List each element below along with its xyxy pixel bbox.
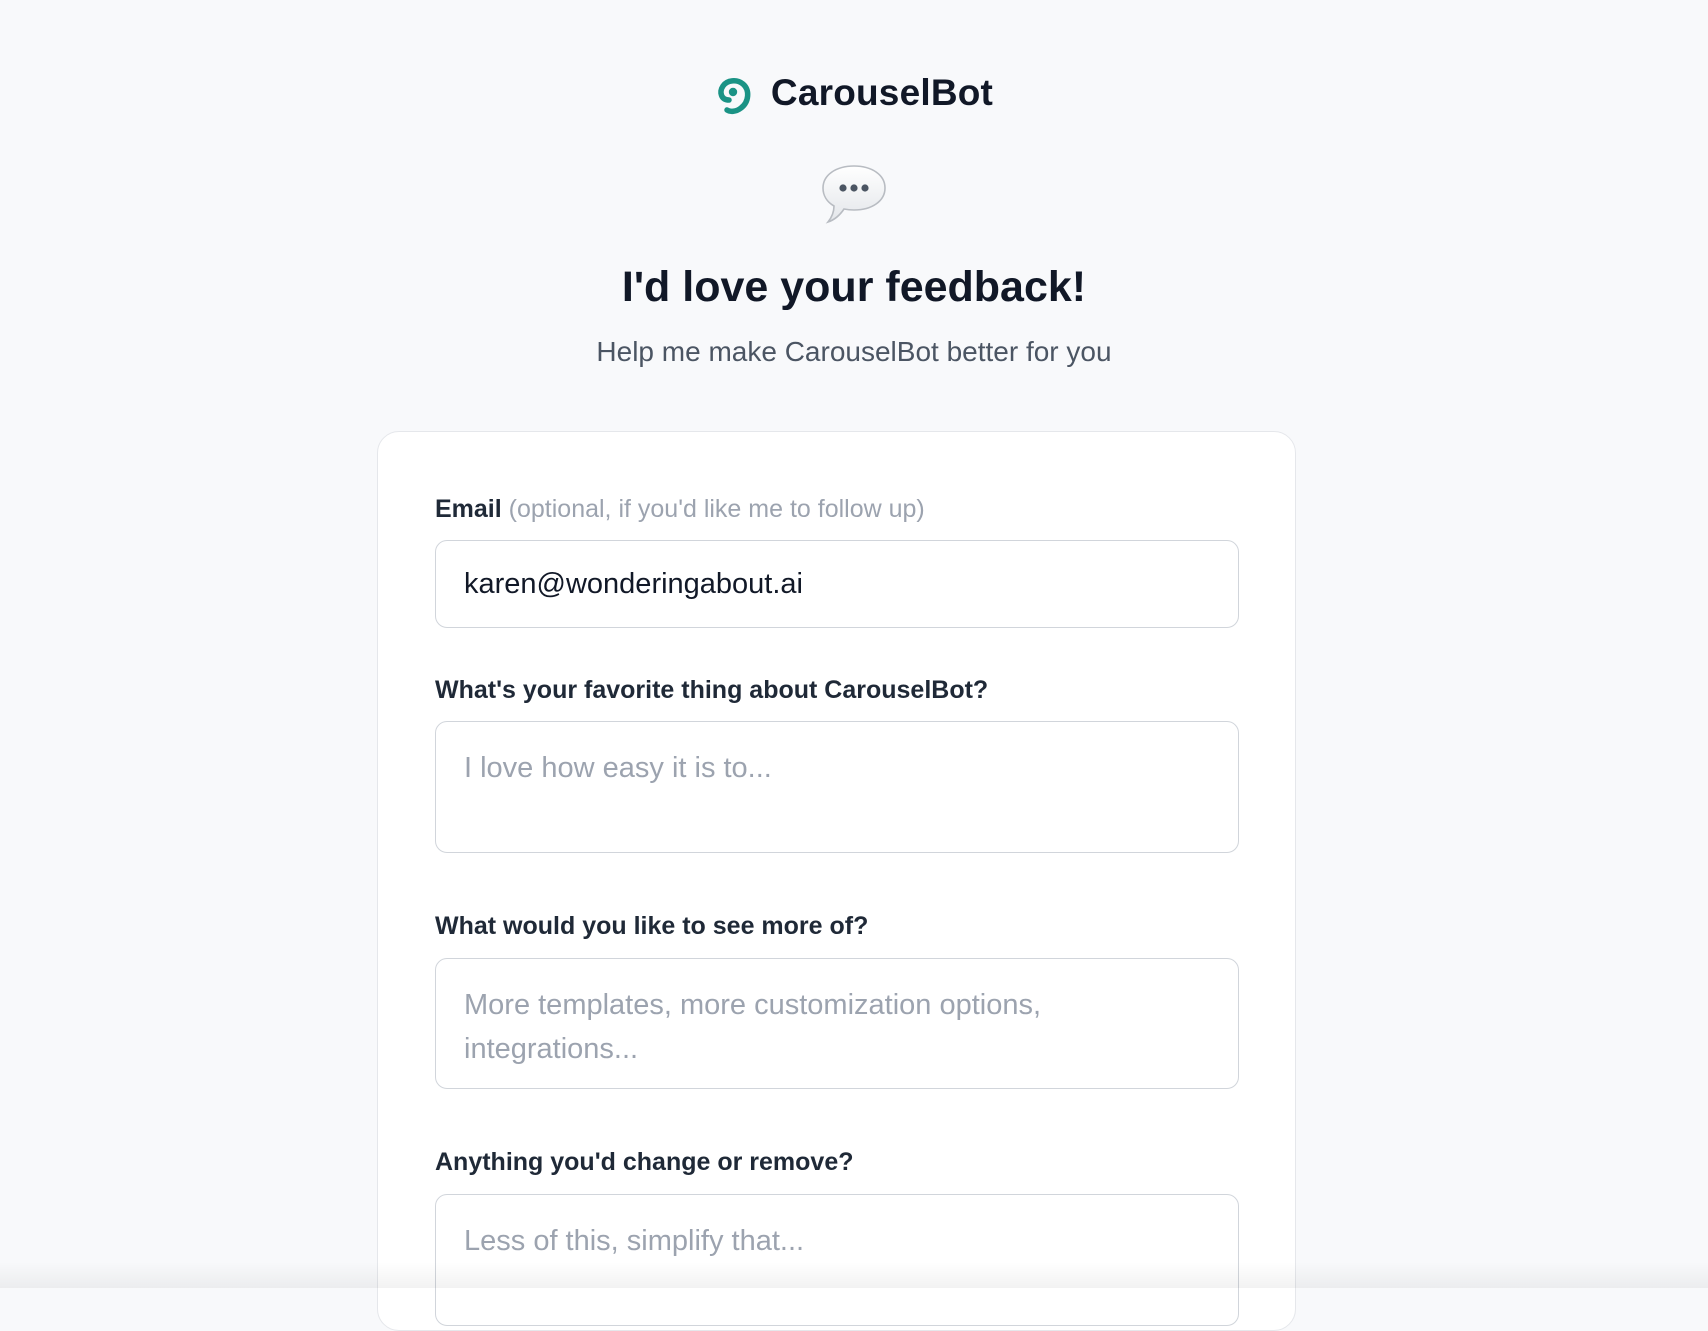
- change-remove-label: Anything you'd change or remove?: [435, 1148, 854, 1176]
- speech-bubble-icon: [0, 160, 1708, 230]
- see-more-textarea[interactable]: [435, 958, 1239, 1089]
- brand-name: CarouselBot: [770, 72, 994, 113]
- swirl-logo-icon: [715, 70, 755, 116]
- email-label-text: Email: [435, 495, 502, 523]
- favorite-thing-textarea[interactable]: [435, 721, 1239, 853]
- brand-header: CarouselBot: [0, 66, 1708, 120]
- favorite-thing-label: What's your favorite thing about Carouse…: [435, 676, 989, 704]
- page-subtitle: Help me make CarouselBot better for you: [596, 336, 1112, 367]
- feedback-form-card: Email (optional, if you'd like me to fol…: [377, 431, 1296, 1331]
- page-title: I'd love your feedback!: [621, 263, 1087, 311]
- see-more-label: What would you like to see more of?: [435, 912, 869, 940]
- email-label-hint: (optional, if you'd like me to follow up…: [508, 495, 925, 523]
- email-label: Email (optional, if you'd like me to fol…: [435, 492, 925, 526]
- change-remove-textarea[interactable]: [435, 1194, 1239, 1326]
- email-field[interactable]: [435, 540, 1239, 628]
